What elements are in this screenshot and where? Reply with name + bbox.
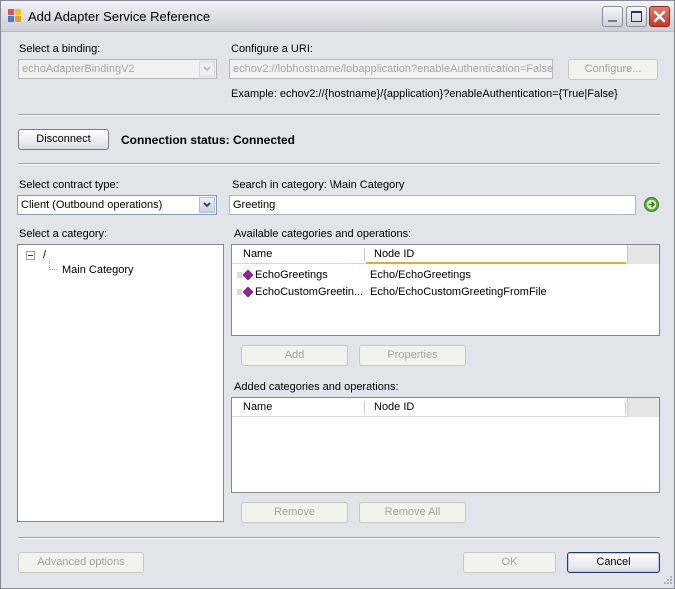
uri-example: Example: echov2://{hostname}/{applicatio… [231,88,618,100]
binding-dropdown-button[interactable] [199,61,215,77]
contract-type-select[interactable]: Client (Outbound operations) [17,195,217,215]
separator [18,163,660,165]
column-divider[interactable] [364,248,365,261]
added-list[interactable]: Name Node ID [231,397,660,493]
search-label: Search in category: \Main Category [232,179,405,191]
contract-type-dropdown-button[interactable] [199,197,215,213]
chevron-down-icon [203,202,211,208]
column-header-node-id[interactable]: Node ID [374,401,414,413]
separator [18,114,660,116]
separator [18,537,660,539]
app-icon [8,9,23,23]
column-header-node-id[interactable]: Node ID [374,248,414,260]
uri-input[interactable]: echov2://lobhostname/lobapplication?enab… [229,59,553,79]
tree-node-main-category[interactable]: Main Category [62,264,134,276]
remove-button[interactable]: Remove [241,502,348,523]
properties-button[interactable]: Properties [359,345,466,366]
available-list-header: Name Node ID [232,245,659,264]
contract-type-label: Select contract type: [19,179,119,191]
search-value: Greeting [233,199,276,211]
close-icon [653,10,666,23]
available-label: Available categories and operations: [234,228,412,240]
window-title: Add Adapter Service Reference [28,9,211,24]
uri-label: Configure a URI: [231,43,313,55]
configure-button[interactable]: Configure... [568,59,658,80]
tree-connector [49,261,57,270]
maximize-icon [631,11,642,22]
operation-icon [237,286,255,298]
column-divider[interactable] [625,401,626,414]
tree-node-label: / [43,249,47,261]
binding-label: Select a binding: [19,43,101,55]
added-list-header: Name Node ID [232,398,659,417]
item-node-id: Echo/EchoCustomGreetingFromFile [370,286,547,298]
category-tree[interactable]: / Main Category [17,244,224,522]
chevron-down-icon [203,66,211,72]
advanced-options-button[interactable]: Advanced options [18,552,144,573]
cancel-button[interactable]: Cancel [567,552,660,573]
minimize-button[interactable] [602,6,623,27]
uri-value: echov2://lobhostname/lobapplication?enab… [233,63,554,75]
connection-status: Connection status: Connected [121,133,296,147]
maximize-button[interactable] [626,6,647,27]
go-arrow-icon[interactable] [644,197,659,212]
list-item[interactable]: EchoCustomGreetin... Echo/EchoCustomGree… [232,284,659,300]
added-label: Added categories and operations: [234,381,399,393]
close-button[interactable] [649,6,670,27]
contract-type-value: Client (Outbound operations) [21,199,163,211]
item-name: EchoCustomGreetin... [255,286,364,298]
binding-select[interactable]: echoAdapterBindingV2 [18,59,217,79]
item-name: EchoGreetings [255,269,328,281]
collapse-toggle-icon[interactable] [26,251,35,260]
title-bar[interactable]: Add Adapter Service Reference [1,1,674,32]
binding-value: echoAdapterBindingV2 [22,63,135,75]
operation-icon [237,269,255,281]
disconnect-button[interactable]: Disconnect [18,129,109,150]
column-header-name[interactable]: Name [243,248,272,260]
ok-button[interactable]: OK [463,552,556,573]
search-input[interactable]: Greeting [229,195,636,215]
item-node-id: Echo/EchoGreetings [370,269,471,281]
available-list[interactable]: Name Node ID EchoGreetings Echo/EchoGree… [231,244,660,336]
column-divider[interactable] [364,401,365,414]
category-label: Select a category: [19,228,108,240]
column-header-name[interactable]: Name [243,401,272,413]
remove-all-button[interactable]: Remove All [359,502,466,523]
list-item[interactable]: EchoGreetings Echo/EchoGreetings [232,267,659,283]
header-filler [627,245,659,264]
dialog-window: Add Adapter Service Reference Select a b… [0,0,675,589]
resize-grip-icon[interactable] [661,575,673,587]
header-filler [627,398,659,417]
add-button[interactable]: Add [241,345,348,366]
minimize-icon [608,20,617,22]
sort-highlight [366,262,626,264]
